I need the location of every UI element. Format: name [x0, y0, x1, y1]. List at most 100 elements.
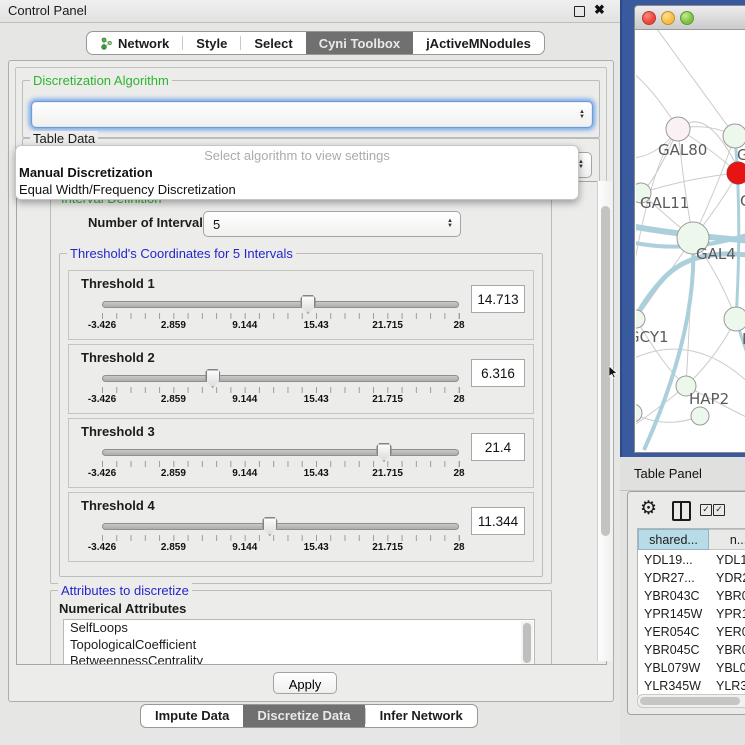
network-node-selected-red[interactable]	[727, 162, 745, 184]
number-of-intervals-combobox[interactable]: 5 ▲▼	[203, 211, 461, 237]
screen: { "appearance": { "desktop_blue": "#3A5A…	[0, 0, 745, 745]
window-minimize-button[interactable]	[661, 11, 675, 25]
dropdown-option-equal-width-frequency[interactable]: Equal Width/Frequency Discretization	[16, 181, 578, 198]
threshold-3-panel: Threshold 3 -3.426 2.859 9.144 15.43	[68, 418, 534, 488]
vertical-scrollbar[interactable]	[597, 181, 613, 661]
slider-track[interactable]	[102, 523, 459, 530]
network-node[interactable]	[724, 307, 745, 331]
list-item[interactable]: TopologicalCoefficient	[64, 637, 534, 654]
table-row[interactable]: YDL19...YDL1	[638, 551, 745, 569]
node-attribute-table: shared... n... YDL19...YDL1 YDR27...YDR2…	[637, 528, 745, 695]
dropdown-prompt-item[interactable]: Select algorithm to view settings	[16, 146, 578, 164]
table-row[interactable]: YLR345WYLR3	[638, 677, 745, 695]
table-row[interactable]: YBR043CYBR0	[638, 587, 745, 605]
network-node[interactable]	[723, 124, 745, 148]
slider-tick-labels: -3.426 2.859 9.144 15.43 21.715 28	[102, 468, 459, 480]
mouse-cursor	[609, 366, 619, 379]
slider-tick-labels: -3.426 2.859 9.144 15.43 21.715 28	[102, 542, 459, 554]
tab-style[interactable]: Style	[183, 32, 240, 54]
threshold-4-slider[interactable]: -3.426 2.859 9.144 15.43 21.715 28	[102, 523, 459, 553]
table-row[interactable]: YDR27...YDR2	[638, 569, 745, 587]
threshold-label: Threshold 3	[81, 424, 155, 439]
slider-tick-labels: -3.426 2.859 9.144 15.43 21.715 28	[102, 320, 459, 332]
group-title: Attributes to discretize	[58, 583, 192, 598]
numerical-attributes-list: SelfLoops TopologicalCoefficient Between…	[63, 619, 535, 665]
slider-ticks	[102, 313, 460, 319]
group-title: Table Data	[30, 131, 98, 146]
threshold-3-slider[interactable]: -3.426 2.859 9.144 15.43 21.715 28	[102, 449, 459, 479]
slider-thumb[interactable]	[262, 517, 277, 536]
network-node[interactable]	[636, 404, 642, 422]
network-view-window[interactable]: GAL80 GA C GAL11 GAL4 GCY1 H HAP2	[634, 5, 745, 453]
discretization-algorithm-group: Discretization Algorithm ▲▼	[22, 80, 600, 138]
network-node[interactable]	[691, 407, 709, 425]
desktop-background: GAL80 GA C GAL11 GAL4 GCY1 H HAP2	[620, 0, 745, 457]
tab-label: Network	[118, 36, 169, 51]
checkbox-icon[interactable]: ✓	[700, 504, 712, 516]
combo-arrows-icon: ▲▼	[447, 219, 453, 229]
threshold-label: Threshold 4	[81, 498, 155, 513]
threshold-2-slider[interactable]: -3.426 2.859 9.144 15.43 21.715 28	[102, 375, 459, 405]
slider-track[interactable]	[102, 449, 459, 456]
gear-icon[interactable]: ⚙	[640, 497, 657, 520]
tab-cyni-toolbox[interactable]: Cyni Toolbox	[306, 32, 413, 54]
threshold-1-slider[interactable]: -3.426 2.859 9.144 15.43 21.715 28	[102, 301, 459, 331]
tab-infer-network[interactable]: Infer Network	[366, 705, 477, 727]
slider-track[interactable]	[102, 301, 459, 308]
float-panel-icon[interactable]	[574, 6, 585, 17]
list-item[interactable]: SelfLoops	[64, 620, 534, 637]
network-nodes	[636, 117, 745, 425]
network-node-gcy1[interactable]	[636, 310, 645, 328]
table-panel: ⚙ ✓ ✓ shared... n... YDL19...YDL1 YDR27.…	[627, 491, 745, 715]
horizontal-scrollbar[interactable]	[637, 694, 745, 708]
threshold-3-value-field[interactable]	[471, 433, 525, 461]
window-close-button[interactable]	[642, 11, 656, 25]
group-title: Threshold's Coordinates for 5 Intervals	[67, 246, 296, 261]
threshold-2-panel: Threshold 2 -3.426 2.859 9.144 15.43	[68, 344, 534, 414]
checkbox-icon[interactable]: ✓	[713, 504, 725, 516]
numerical-attributes-label: Numerical Attributes	[59, 601, 186, 616]
tab-jactivemnodules[interactable]: jActiveMNodules	[413, 32, 544, 54]
dropdown-option-manual-discretization[interactable]: Manual Discretization	[16, 164, 578, 181]
tab-discretize-data[interactable]: Discretize Data	[243, 705, 364, 727]
network-node-gal80[interactable]	[666, 117, 690, 141]
attributes-to-discretize-group: Attributes to discretize Numerical Attri…	[50, 590, 552, 665]
slider-thumb[interactable]	[377, 443, 392, 462]
apply-button[interactable]: Apply	[273, 672, 337, 694]
tab-select[interactable]: Select	[241, 32, 305, 54]
table-toolbar: ⚙ ✓ ✓	[628, 492, 745, 528]
node-label-gal80: GAL80	[658, 141, 707, 159]
table-row[interactable]: YER054CYER0	[638, 623, 745, 641]
table-row[interactable]: YBR045CYBR0	[638, 641, 745, 659]
tab-network[interactable]: Network	[87, 32, 182, 54]
slider-ticks	[102, 535, 460, 541]
table-row[interactable]: YPR145WYPR1	[638, 605, 745, 623]
node-label-gal11: GAL11	[640, 194, 689, 212]
control-panel: Control Panel ✖ Network Style Select Cyn…	[0, 0, 620, 745]
threshold-4-value-field[interactable]	[471, 507, 525, 535]
network-icon	[100, 37, 113, 50]
slider-thumb[interactable]	[301, 295, 316, 314]
slider-track[interactable]	[102, 375, 459, 382]
network-graph: GAL80 GA C GAL11 GAL4 GCY1 H HAP2	[636, 30, 745, 451]
list-scrollbar[interactable]	[521, 621, 533, 665]
threshold-1-value-field[interactable]	[471, 285, 525, 313]
split-columns-icon[interactable]	[672, 501, 691, 521]
column-header-name[interactable]: n...	[709, 529, 745, 550]
top-tab-bar: Network Style Select Cyni Toolbox jActiv…	[86, 31, 545, 55]
tab-impute-data[interactable]: Impute Data	[141, 705, 243, 727]
algorithm-combobox[interactable]: ▲▼	[31, 101, 593, 128]
node-label-partial: C	[740, 192, 745, 210]
list-item[interactable]: BetweennessCentrality	[64, 653, 534, 665]
column-header-shared-name[interactable]: shared...	[638, 529, 709, 550]
node-label-hap2: HAP2	[689, 390, 729, 408]
table-row[interactable]: YBL079WYBL0	[638, 659, 745, 677]
network-canvas[interactable]: GAL80 GA C GAL11 GAL4 GCY1 H HAP2	[636, 30, 745, 451]
threshold-2-value-field[interactable]	[471, 359, 525, 387]
group-title: Discretization Algorithm	[30, 73, 172, 88]
window-zoom-button[interactable]	[680, 11, 694, 25]
threshold-label: Threshold 2	[81, 350, 155, 365]
network-window-titlebar[interactable]	[635, 6, 745, 30]
slider-thumb[interactable]	[205, 369, 220, 388]
close-panel-icon[interactable]: ✖	[594, 2, 605, 18]
